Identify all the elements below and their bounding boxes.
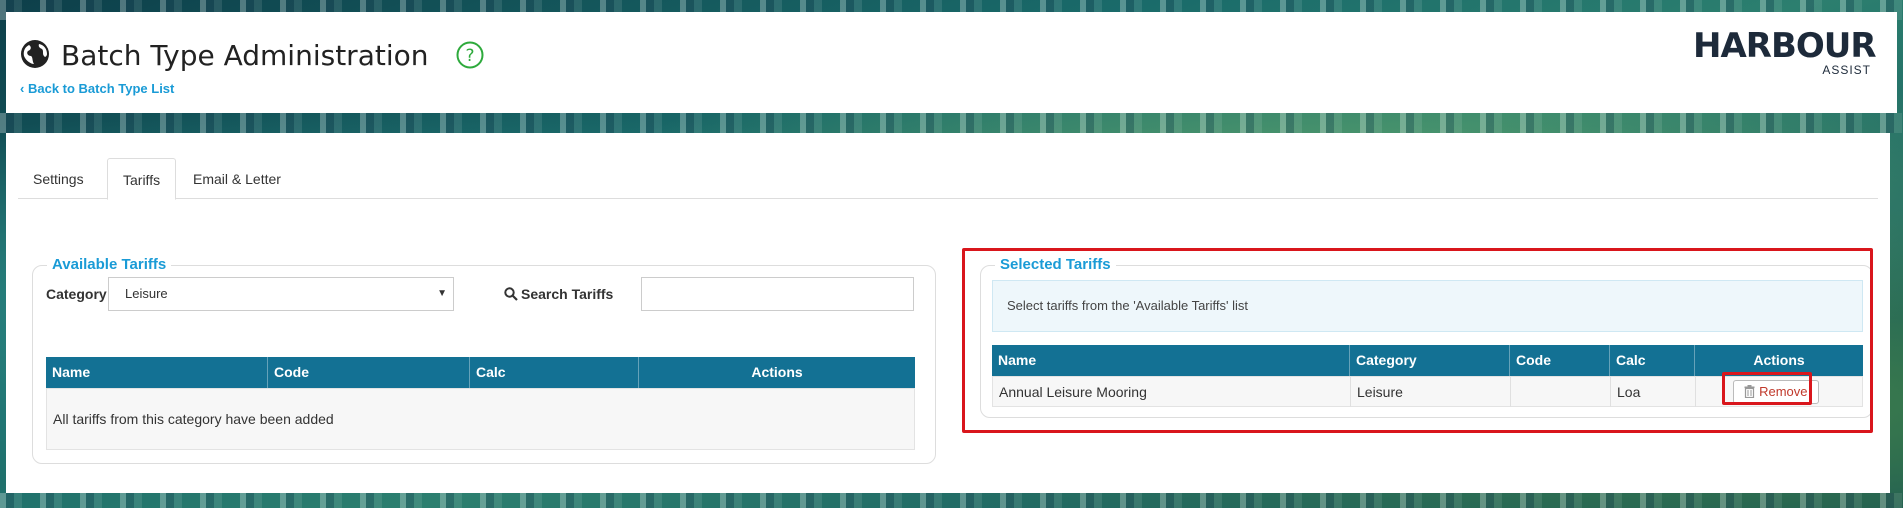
search-icon [504, 287, 518, 301]
search-tariffs-label-text: Search Tariffs [521, 286, 614, 302]
cell-category: Leisure [1351, 377, 1511, 407]
svg-text:?: ? [465, 46, 474, 66]
globe-icon [21, 40, 49, 68]
search-tariffs-input[interactable] [641, 277, 914, 311]
chevron-left-icon: ‹ [20, 81, 25, 96]
column-header-calc[interactable]: Calc [470, 357, 639, 388]
available-tariffs-panel: Available Tariffs Category Leisure ▼ Sea… [32, 256, 936, 464]
column-header-code[interactable]: Code [1510, 345, 1610, 376]
remove-button-label: Remove [1759, 384, 1808, 399]
column-header-calc[interactable]: Calc [1610, 345, 1695, 376]
tab-email-letter[interactable]: Email & Letter [178, 158, 296, 200]
caret-down-icon: ▼ [437, 288, 447, 299]
selected-tariffs-grid-header: Name Category Code Calc Actions [992, 345, 1863, 376]
background-marina-middle [0, 113, 1903, 133]
category-label: Category [46, 286, 107, 302]
column-header-code[interactable]: Code [268, 357, 470, 388]
column-header-actions: Actions [751, 364, 803, 380]
help-icon[interactable]: ? [456, 41, 484, 69]
tab-tariffs[interactable]: Tariffs [107, 158, 177, 200]
column-header-actions: Actions [1753, 352, 1805, 368]
table-row[interactable]: Annual Leisure Mooring Leisure Loa Remov… [992, 376, 1863, 407]
column-header-category[interactable]: Category [1350, 345, 1510, 376]
selected-tariffs-panel: Selected Tariffs Select tariffs from the… [980, 256, 1873, 418]
empty-grid-message: All tariffs from this category have been… [53, 411, 334, 427]
selected-tariffs-info: Select tariffs from the 'Available Tarif… [992, 280, 1863, 332]
tab-bar: Settings Tariffs Email & Letter [18, 158, 1878, 200]
page-title: Batch Type Administration [61, 39, 429, 72]
available-tariffs-legend: Available Tariffs [47, 256, 172, 273]
back-to-list-link[interactable]: ‹ Back to Batch Type List [20, 81, 174, 96]
trash-icon [1744, 385, 1755, 399]
main-panel: Settings Tariffs Email & Letter Availabl… [6, 133, 1890, 493]
remove-button[interactable]: Remove [1733, 380, 1819, 404]
category-select[interactable]: Leisure ▼ [108, 277, 454, 311]
column-header-name[interactable]: Name [46, 357, 268, 388]
back-link-label: Back to Batch Type List [27, 81, 175, 96]
background-marina-bottom [0, 493, 1903, 508]
available-tariffs-grid-header: Name Code Calc Actions [46, 357, 915, 388]
cell-code [1511, 377, 1611, 407]
category-select-value: Leisure [125, 286, 168, 301]
available-tariffs-grid-body: All tariffs from this category have been… [46, 388, 915, 450]
logo-main-text: HARBOUR [1693, 26, 1877, 66]
column-header-name[interactable]: Name [992, 345, 1350, 376]
selected-tariffs-legend: Selected Tariffs [995, 256, 1116, 273]
tab-settings[interactable]: Settings [18, 158, 99, 200]
harbour-assist-logo: HARBOUR ASSIST [1693, 26, 1877, 80]
cell-calc: Loa [1611, 377, 1696, 407]
search-tariffs-label: Search Tariffs [504, 286, 613, 302]
cell-name: Annual Leisure Mooring [993, 377, 1351, 407]
